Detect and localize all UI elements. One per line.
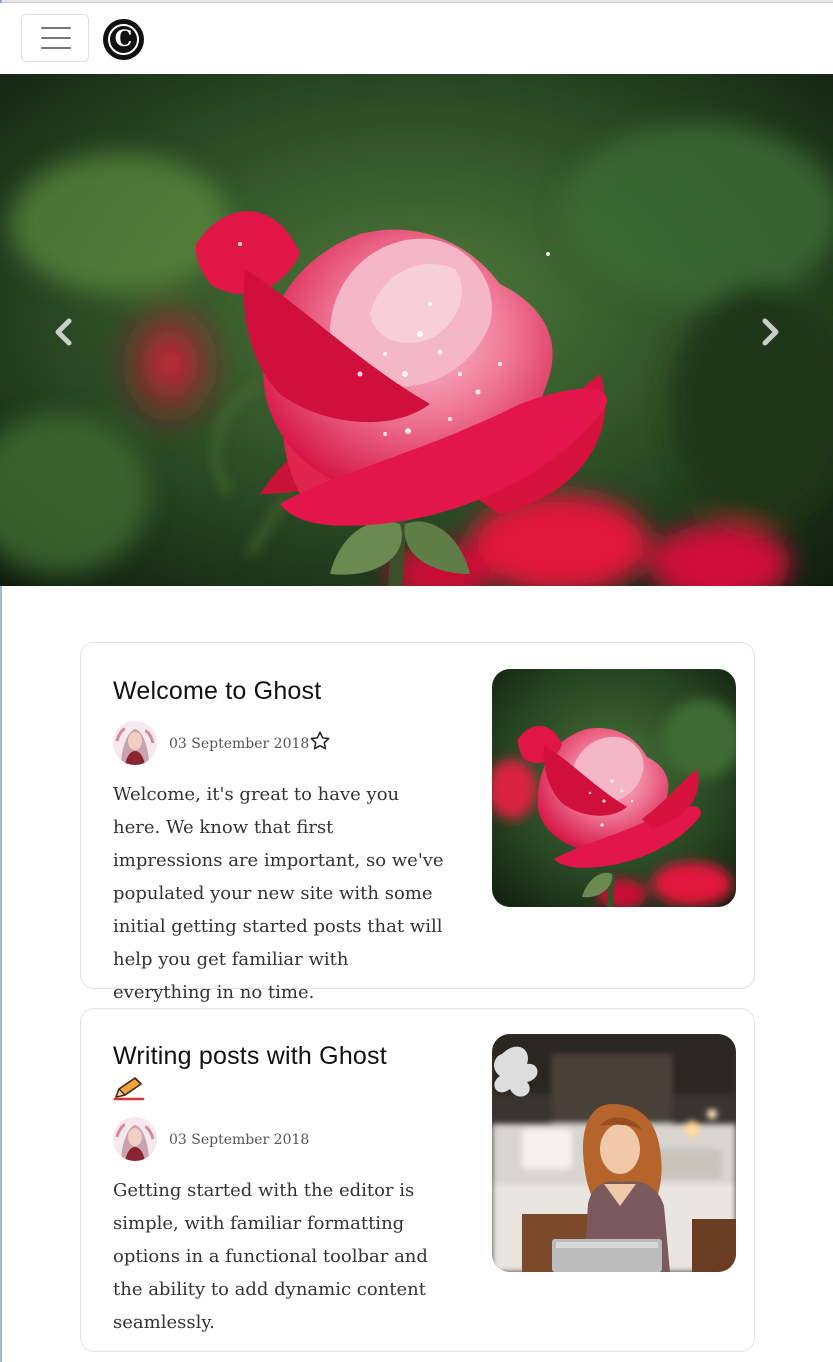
writing-hand-emoji-icon [113,1075,145,1101]
carousel-next-button[interactable] [750,314,790,350]
chevron-right-icon [762,318,779,346]
woman-with-laptop-image [492,1034,736,1272]
rose-hero-image [0,74,833,586]
logo-letter: C [114,26,133,52]
avatar-image [113,721,157,765]
post-thumbnail[interactable] [492,669,736,907]
post-title[interactable]: Writing posts with Ghost [113,1040,387,1073]
avatar-image [113,1117,157,1161]
post-title[interactable]: Welcome to Ghost [113,675,321,708]
carousel-prev-button[interactable] [44,314,84,350]
hero-carousel [0,74,833,586]
post-excerpt: Welcome, it's great to have you here. We… [113,784,444,1003]
post-thumbnail[interactable] [492,1034,736,1272]
post-card[interactable]: Writing posts with Ghost 03 September 20… [80,1008,755,1352]
author-avatar[interactable] [113,1117,157,1161]
menu-toggle-button[interactable] [21,14,89,62]
post-card[interactable]: Welcome to Ghost 03 September 2018 Welco… [80,642,755,1003]
post-date: 03 September 2018 [169,1132,310,1148]
rose-thumbnail-image [492,669,736,907]
author-avatar[interactable] [113,721,157,765]
site-logo[interactable]: C [103,19,144,60]
chevron-left-icon [55,318,72,346]
post-date: 03 September 2018 [169,736,310,752]
post-excerpt: Getting started with the editor is simpl… [113,1180,428,1333]
star-outline-icon[interactable] [309,730,331,752]
site-header: C [0,3,833,74]
